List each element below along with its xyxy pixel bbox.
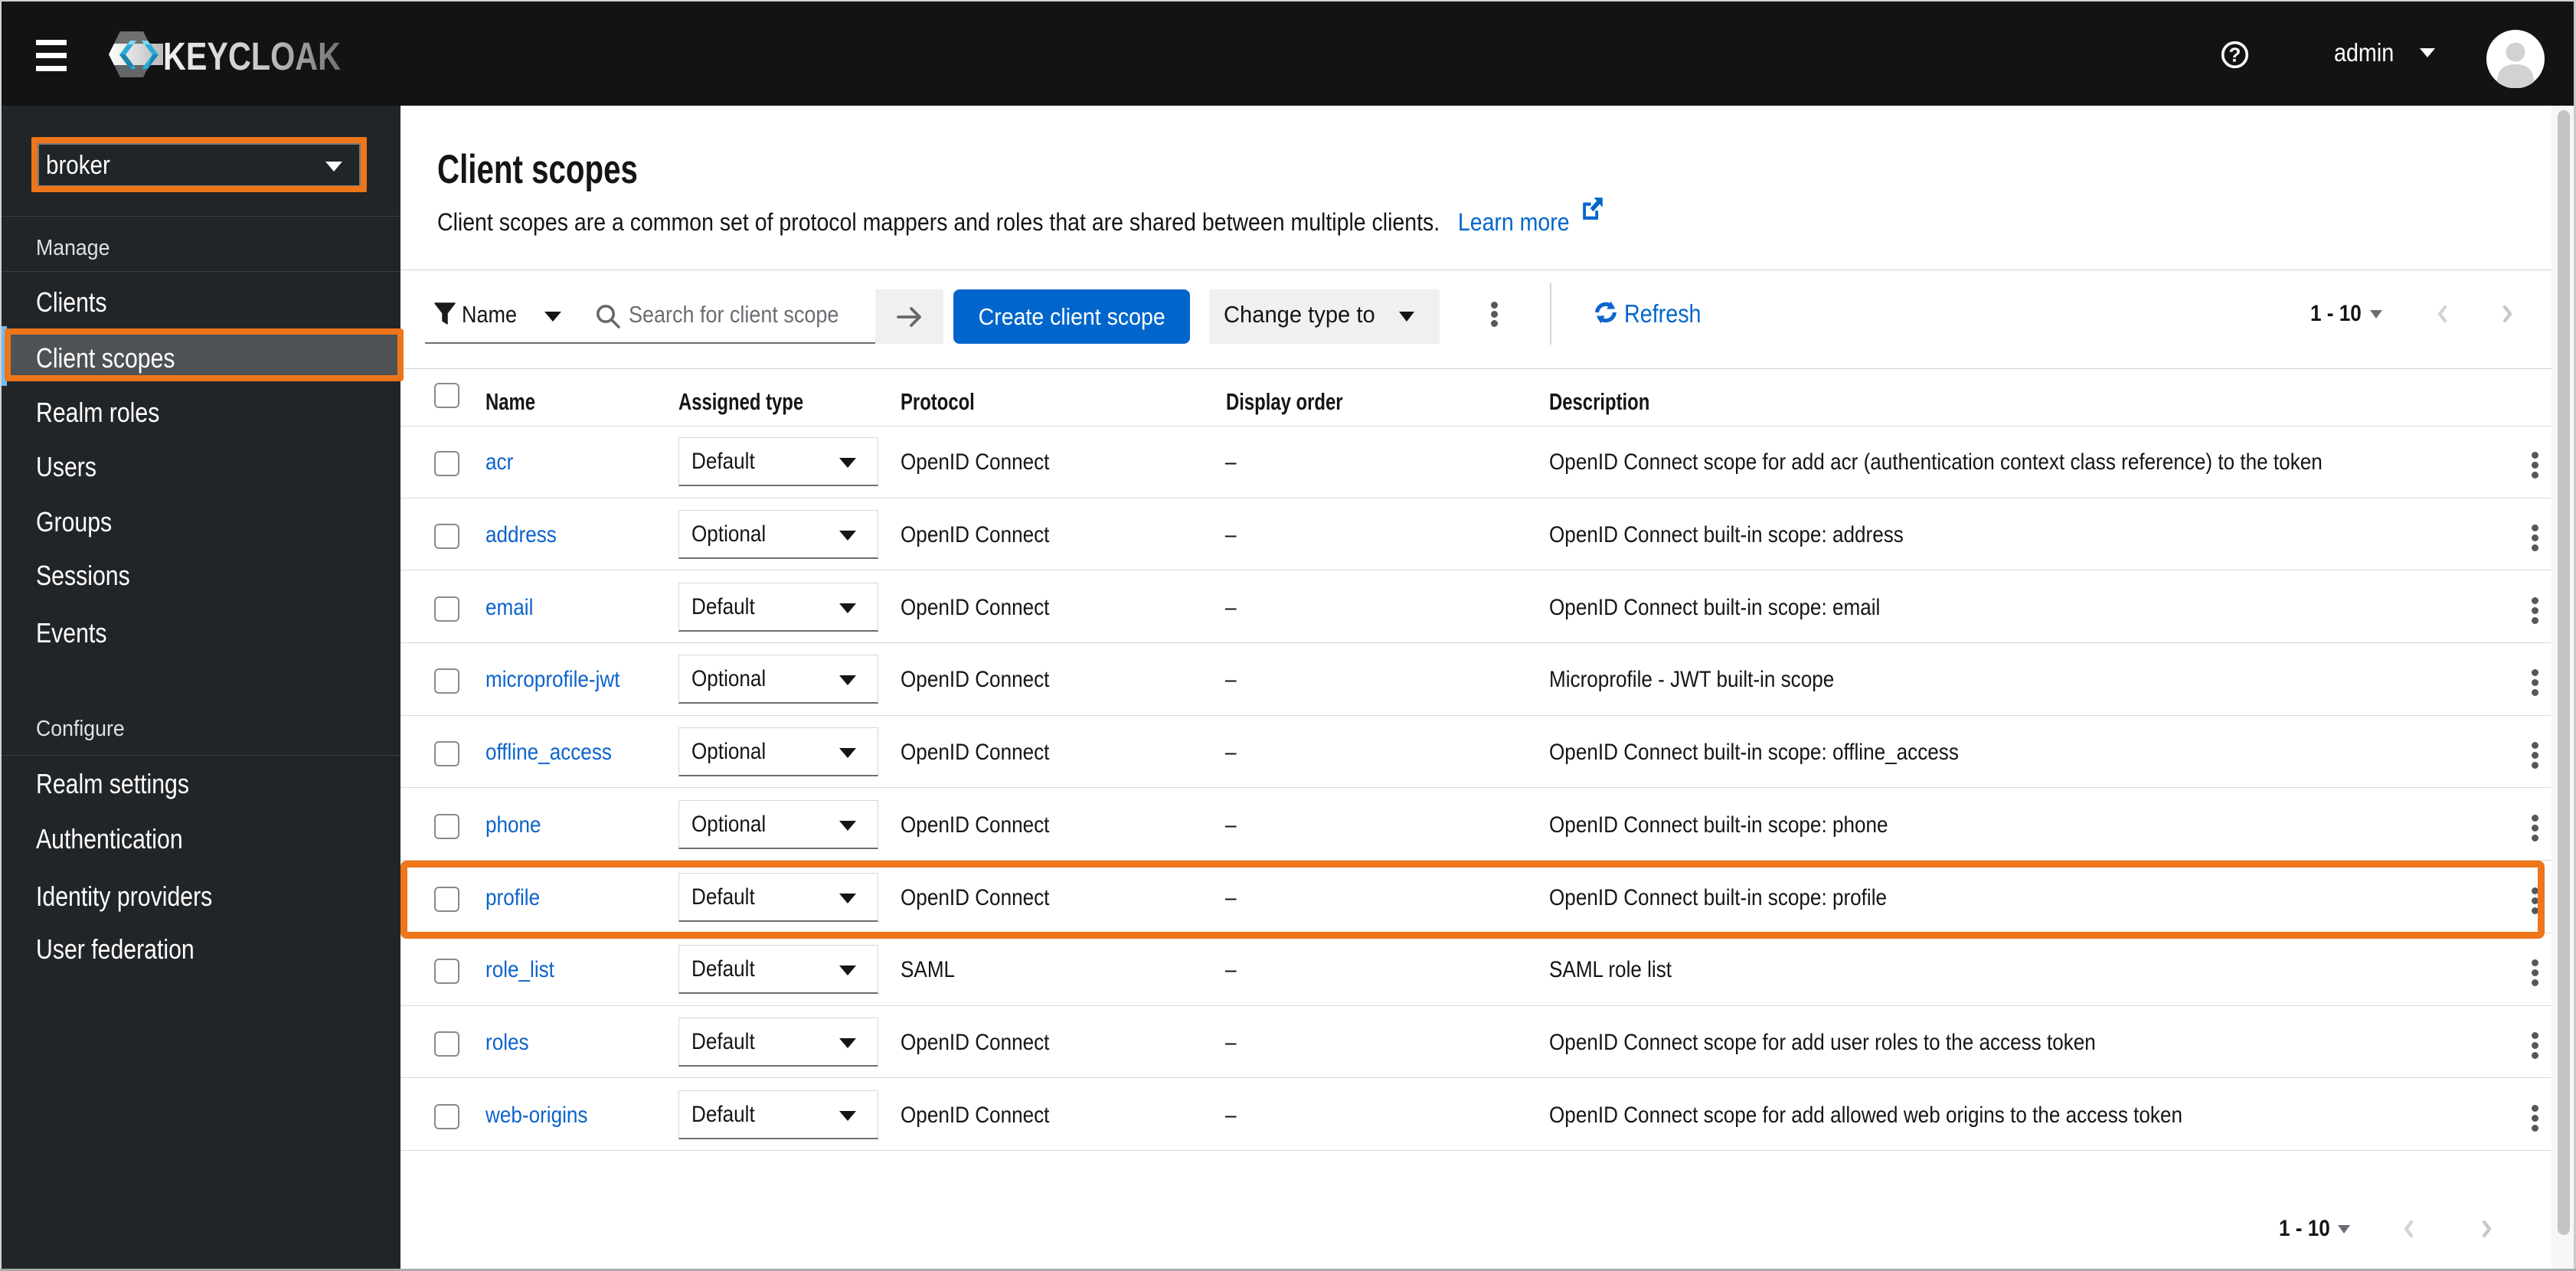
svg-text:KEYCLOAK: KEYCLOAK [163, 34, 341, 78]
svg-text:?: ? [2229, 44, 2241, 67]
